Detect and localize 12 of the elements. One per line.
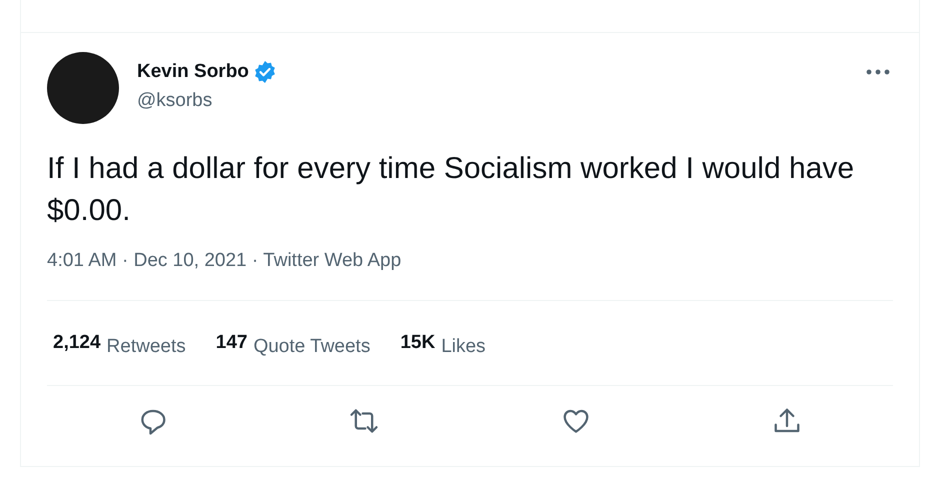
stat-count[interactable]: 15K xyxy=(400,332,436,354)
author-handle[interactable]: @ksorbs xyxy=(137,90,847,112)
tweet-text: If I had a dollar for every time Socialism worked I would have $0.00. xyxy=(47,151,856,229)
stat-count[interactable]: 147 xyxy=(216,332,248,354)
stat-label[interactable]: Retweets xyxy=(106,336,186,358)
more-options-icon[interactable] xyxy=(865,68,891,76)
stat-label[interactable]: Likes xyxy=(441,336,486,358)
tweet-timestamp[interactable]: 4:01 AM · Dec 10, 2021 · Twitter Web App xyxy=(47,250,893,272)
retweet-icon[interactable] xyxy=(349,406,380,436)
author-name[interactable]: Kevin Sorbo xyxy=(137,61,249,83)
stat-label[interactable]: Quote Tweets xyxy=(253,336,370,358)
stat-count[interactable]: 2,124 xyxy=(53,332,101,354)
